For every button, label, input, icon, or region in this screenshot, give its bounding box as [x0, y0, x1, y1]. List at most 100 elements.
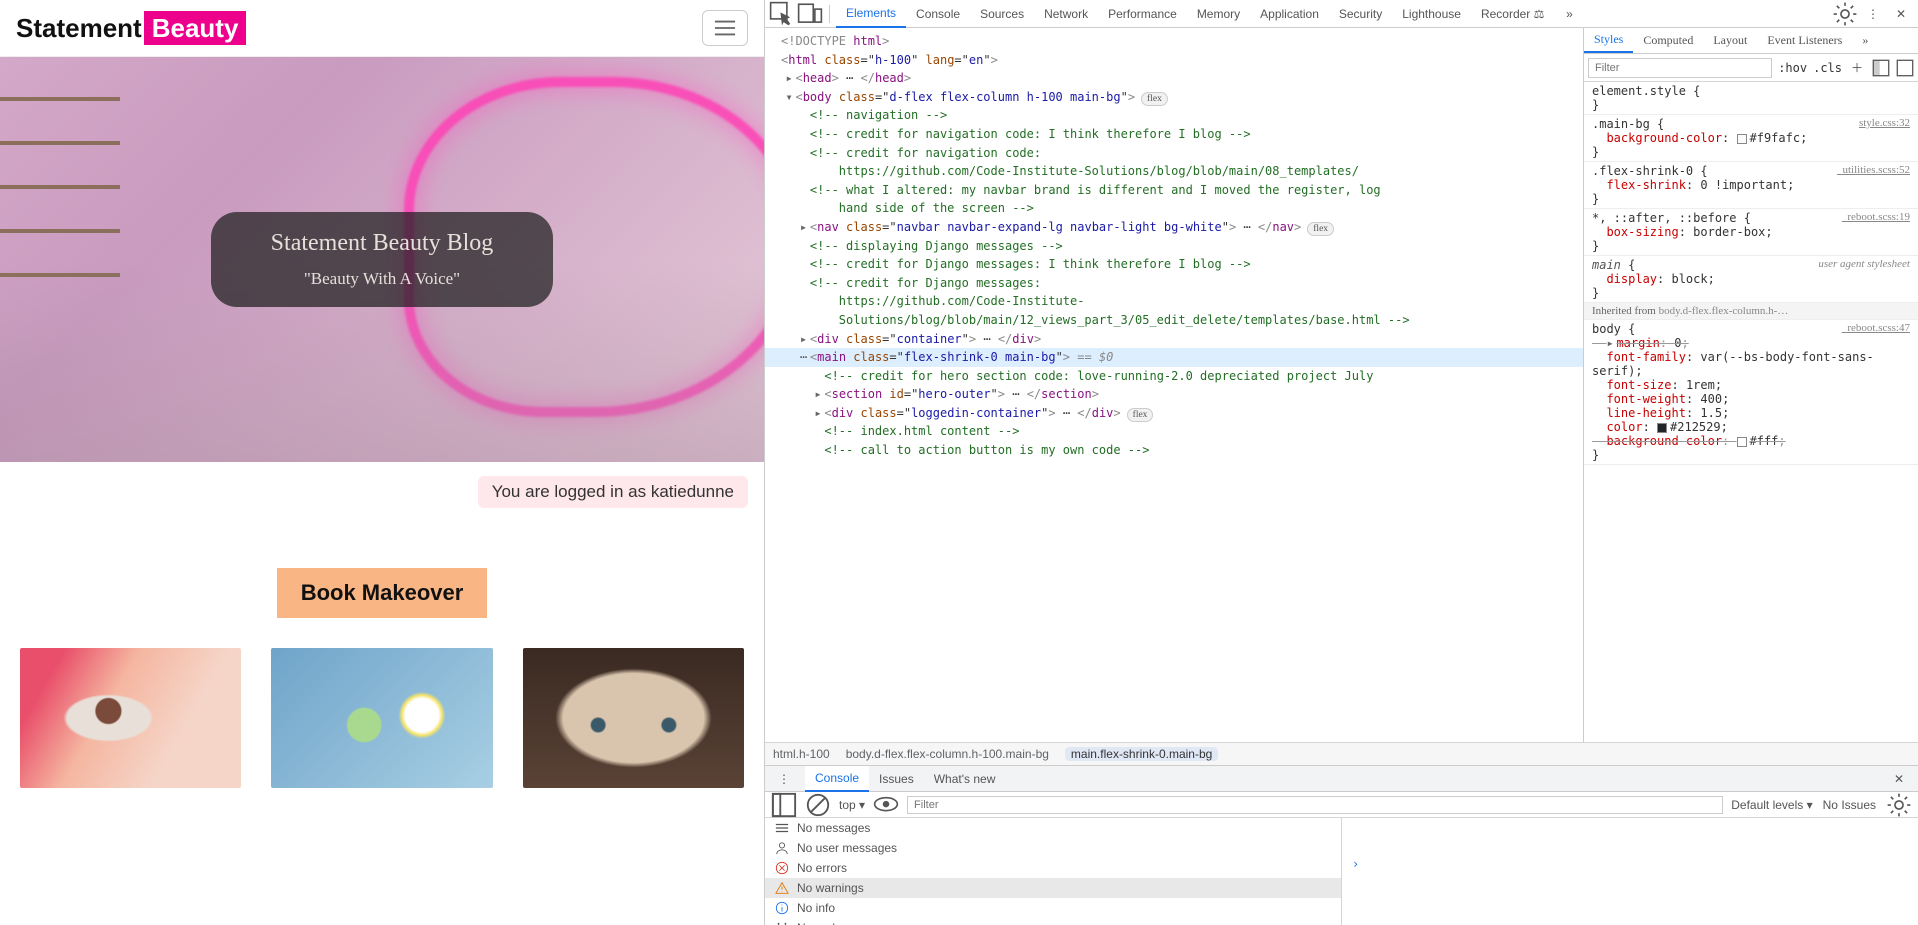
dom-line[interactable]: <!-- credit for hero section code: love-…: [765, 367, 1583, 386]
inspect-icon[interactable]: [769, 1, 795, 27]
brand[interactable]: StatementBeauty: [16, 13, 246, 44]
hero-subtitle: "Beauty With A Voice": [271, 269, 494, 289]
computed-toggle-icon[interactable]: [1872, 55, 1890, 81]
styles-more-icon[interactable]: »: [1852, 28, 1878, 53]
clear-console-icon[interactable]: [805, 792, 831, 818]
book-makeover-button[interactable]: Book Makeover: [277, 568, 488, 618]
dom-line[interactable]: <!-- credit for Django messages:: [765, 274, 1583, 293]
dom-line[interactable]: <html class="h-100" lang="en">: [765, 51, 1583, 70]
drawer-tab-what-s-new[interactable]: What's new: [924, 766, 1006, 792]
devtools-tab-performance[interactable]: Performance: [1098, 0, 1187, 28]
devtools-tabbar: ElementsConsoleSourcesNetworkPerformance…: [765, 0, 1918, 28]
hamburger-button[interactable]: [702, 10, 748, 46]
live-expr-icon[interactable]: [873, 792, 899, 818]
close-devtools-icon[interactable]: ✕: [1888, 1, 1914, 27]
styles-tab-computed[interactable]: Computed: [1633, 28, 1703, 53]
devtools-tab-lighthouse[interactable]: Lighthouse: [1392, 0, 1471, 28]
dom-line[interactable]: ▸<div class="loggedin-container"> ⋯ </di…: [765, 404, 1583, 423]
console-filter-wrn[interactable]: No warnings: [765, 878, 1341, 898]
css-rule[interactable]: _utilities.scss:52.flex-shrink-0 { flex-…: [1584, 162, 1918, 209]
breadcrumb-item[interactable]: body.d-flex.flex-column.h-100.main-bg: [846, 747, 1049, 761]
dom-line[interactable]: <!-- index.html content -->: [765, 422, 1583, 441]
styles-tab-layout[interactable]: Layout: [1703, 28, 1757, 53]
css-rule[interactable]: _reboot.scss:47body { ▸margin: 0; font-f…: [1584, 320, 1918, 465]
cls-toggle[interactable]: .cls: [1813, 61, 1842, 75]
context-selector[interactable]: top ▾: [839, 798, 865, 812]
dom-line[interactable]: <!DOCTYPE html>: [765, 32, 1583, 51]
dom-line[interactable]: <!-- credit for navigation code:: [765, 144, 1583, 163]
dom-line[interactable]: <!-- navigation -->: [765, 106, 1583, 125]
css-rule[interactable]: _reboot.scss:19*, ::after, ::before { bo…: [1584, 209, 1918, 256]
drawer-tab-console[interactable]: Console: [805, 766, 869, 792]
log-levels-selector[interactable]: Default levels ▾: [1731, 798, 1812, 812]
dom-line[interactable]: ▸<nav class="navbar navbar-expand-lg nav…: [765, 218, 1583, 237]
thumb-2[interactable]: [271, 648, 492, 788]
dom-tree[interactable]: <!DOCTYPE html><html class="h-100" lang=…: [765, 28, 1583, 742]
layout-toggle-icon[interactable]: [1896, 55, 1914, 81]
drawer-kebab-icon[interactable]: ⋮: [771, 766, 797, 792]
dom-line[interactable]: https://github.com/Code-Institute-: [765, 292, 1583, 311]
console-filter-msg[interactable]: No messages: [765, 818, 1341, 838]
thumb-1[interactable]: [20, 648, 241, 788]
devtools-tab-application[interactable]: Application: [1250, 0, 1329, 28]
hero-card: Statement Beauty Blog "Beauty With A Voi…: [211, 212, 554, 307]
thumb-3[interactable]: [523, 648, 744, 788]
dom-line[interactable]: ▸<head> ⋯ </head>: [765, 69, 1583, 88]
console-body[interactable]: ›: [1342, 818, 1918, 925]
styles-tab-styles[interactable]: Styles: [1584, 28, 1633, 53]
console-settings-icon[interactable]: [1886, 792, 1912, 818]
loggedin-banner: You are logged in as katiedunne: [478, 476, 748, 508]
devtools-tab-console[interactable]: Console: [906, 0, 970, 28]
gear-icon[interactable]: [1832, 1, 1858, 27]
console-sidebar[interactable]: No messagesNo user messagesNo errorsNo w…: [765, 818, 1342, 925]
breadcrumb-item[interactable]: main.flex-shrink-0.main-bg: [1065, 747, 1218, 761]
dom-line[interactable]: ▾<body class="d-flex flex-column h-100 m…: [765, 88, 1583, 107]
console-filter-usr[interactable]: No user messages: [765, 838, 1341, 858]
styles-tab-event-listeners[interactable]: Event Listeners: [1757, 28, 1852, 53]
new-rule-icon[interactable]: ＋: [1848, 55, 1866, 81]
more-tabs-icon[interactable]: »: [1556, 1, 1582, 27]
hov-toggle[interactable]: :hov: [1778, 61, 1807, 75]
dom-line[interactable]: <!-- credit for navigation code: I think…: [765, 125, 1583, 144]
dom-line[interactable]: ▸<section id="hero-outer"> ⋯ </section>: [765, 385, 1583, 404]
console-filter-inf[interactable]: No info: [765, 898, 1341, 918]
dom-breadcrumbs[interactable]: html.h-100 body.d-flex.flex-column.h-100.…: [765, 742, 1918, 765]
inherited-from: Inherited from body.d-flex.flex-column.h…: [1584, 303, 1918, 320]
devtools-tab-recorder-[interactable]: Recorder ⚖: [1471, 0, 1554, 28]
dom-line[interactable]: <!-- displaying Django messages -->: [765, 237, 1583, 256]
devtools-tab-security[interactable]: Security: [1329, 0, 1392, 28]
hero-section: Statement Beauty Blog "Beauty With A Voi…: [0, 57, 764, 462]
console-sidebar-icon[interactable]: [771, 792, 797, 818]
styles-panel: StylesComputedLayoutEvent Listeners» :ho…: [1583, 28, 1918, 742]
devtools-tab-memory[interactable]: Memory: [1187, 0, 1250, 28]
dom-line[interactable]: ▸<div class="container"> ⋯ </div>: [765, 330, 1583, 349]
console-filter-err[interactable]: No errors: [765, 858, 1341, 878]
dom-line[interactable]: <!-- credit for Django messages: I think…: [765, 255, 1583, 274]
thumbnail-row: [0, 618, 764, 818]
console-filter-vrb[interactable]: No verbose: [765, 918, 1341, 925]
drawer-tab-issues[interactable]: Issues: [869, 766, 924, 792]
devtools-tab-sources[interactable]: Sources: [970, 0, 1034, 28]
console-prompt-icon: ›: [1352, 857, 1359, 871]
devtools-tab-network[interactable]: Network: [1034, 0, 1098, 28]
dom-line[interactable]: <!-- what I altered: my navbar brand is …: [765, 181, 1583, 200]
drawer-close-icon[interactable]: ✕: [1886, 766, 1912, 792]
device-icon[interactable]: [797, 1, 823, 27]
breadcrumb-item[interactable]: html.h-100: [773, 747, 830, 761]
dom-line[interactable]: hand side of the screen -->: [765, 199, 1583, 218]
css-rule[interactable]: style.css:32.main-bg { background-color:…: [1584, 115, 1918, 162]
dom-line[interactable]: Solutions/blog/blob/main/12_views_part_3…: [765, 311, 1583, 330]
console-filter-input[interactable]: [907, 796, 1723, 814]
dom-line[interactable]: https://github.com/Code-Institute-Soluti…: [765, 162, 1583, 181]
css-rule[interactable]: user agent stylesheetmain { display: blo…: [1584, 256, 1918, 303]
styles-filter-input[interactable]: [1588, 58, 1772, 78]
dom-line[interactable]: <!-- call to action button is my own cod…: [765, 441, 1583, 460]
styles-rules[interactable]: element.style {}style.css:32.main-bg { b…: [1584, 82, 1918, 742]
brand-text-1: Statement: [16, 13, 142, 43]
devtools-tab-elements[interactable]: Elements: [836, 0, 906, 28]
no-issues-label[interactable]: No Issues: [1823, 798, 1876, 812]
kebab-icon[interactable]: ⋮: [1860, 1, 1886, 27]
rendered-page[interactable]: StatementBeauty Statement Beauty Blog "B…: [0, 0, 765, 925]
dom-line[interactable]: ⋯ <main class="flex-shrink-0 main-bg"> =…: [765, 348, 1583, 367]
css-rule[interactable]: element.style {}: [1584, 82, 1918, 115]
